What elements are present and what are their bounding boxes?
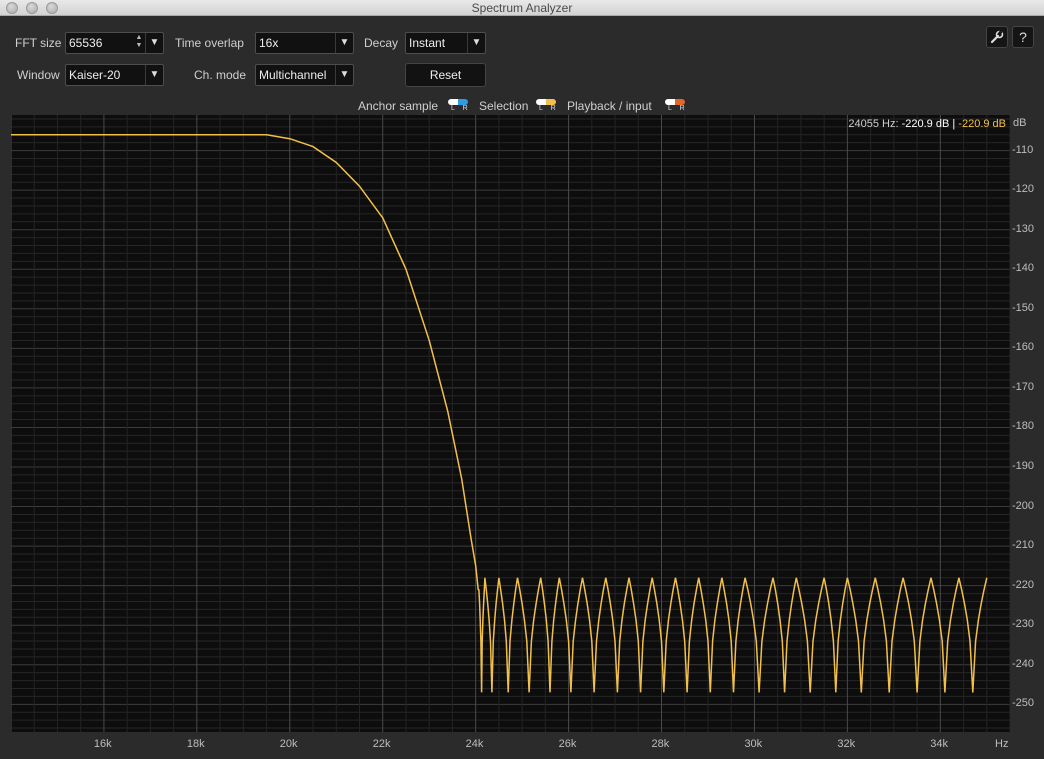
fft-size-value: 65536: [69, 36, 103, 50]
x-tick-label: 24k: [465, 738, 484, 750]
y-tick-label: -210: [1012, 539, 1035, 552]
x-tick-label: 18k: [186, 738, 205, 750]
y-tick-label: -110: [1012, 143, 1034, 156]
x-tick-label: 34k: [930, 738, 949, 750]
settings-wrench-icon[interactable]: [986, 26, 1008, 48]
fft-size-select[interactable]: 65536 ▲ ▼ ▼: [65, 32, 164, 54]
decay-select[interactable]: Instant ▼: [405, 32, 486, 54]
y-tick-label: -230: [1012, 618, 1035, 631]
legend-anchor-label: Anchor sample: [358, 99, 439, 113]
y-unit-label: dB: [1013, 117, 1027, 129]
x-tick-label: 16k: [93, 738, 112, 750]
readout-right-level: -220.9 dB: [958, 118, 1006, 130]
spectrum-chart[interactable]: [10, 115, 1011, 732]
ch-mode-select[interactable]: Multichannel ▼: [255, 64, 354, 86]
readout-frequency: 24055 Hz:: [848, 118, 899, 130]
y-tick-label: -240: [1012, 657, 1035, 670]
ch-mode-value: Multichannel: [259, 68, 327, 82]
legend-playback-lr: L R: [668, 105, 688, 112]
chevron-down-icon[interactable]: ▼: [145, 33, 163, 53]
legend-selection-label: Selection: [479, 99, 529, 113]
x-tick-label: 22k: [372, 738, 391, 750]
time-overlap-select[interactable]: 16x ▼: [255, 32, 354, 54]
legend-playback-label: Playback / input: [567, 99, 652, 113]
chevron-down-icon[interactable]: ▼: [145, 65, 163, 85]
readout-separator: |: [952, 118, 956, 130]
help-icon[interactable]: ?: [1012, 26, 1034, 48]
y-tick-label: -190: [1012, 460, 1035, 472]
legend-anchor-lr: L R: [451, 105, 471, 112]
reset-button[interactable]: Reset: [405, 63, 486, 87]
y-tick-label: -170: [1012, 380, 1035, 393]
y-tick-label: -200: [1012, 499, 1035, 512]
window-select[interactable]: Kaiser-20 ▼: [65, 64, 164, 86]
window-value: Kaiser-20: [69, 68, 121, 82]
chevron-down-icon[interactable]: ▼: [467, 33, 485, 53]
chevron-down-icon[interactable]: ▼: [335, 65, 353, 85]
y-tick-label: -180: [1012, 420, 1035, 433]
window-label: Window: [17, 68, 60, 82]
y-tick-label: -160: [1012, 341, 1035, 354]
y-tick-label: -250: [1012, 697, 1035, 710]
time-overlap-value: 16x: [259, 36, 279, 50]
y-tick-label: -140: [1012, 262, 1035, 275]
x-tick-label: 28k: [651, 738, 670, 750]
y-tick-label: -120: [1012, 183, 1035, 196]
y-tick-label: -130: [1012, 222, 1035, 235]
y-tick-label: -220: [1012, 578, 1035, 591]
ch-mode-label: Ch. mode: [194, 68, 247, 82]
legend-selection-lr: L R: [539, 105, 559, 112]
x-tick-label: 26k: [558, 738, 577, 750]
x-tick-label: 30k: [744, 738, 763, 750]
x-tick-label: 20k: [279, 738, 298, 750]
x-tick-label: 32k: [837, 738, 856, 750]
y-tick-label: -150: [1012, 301, 1035, 314]
window-title: Spectrum Analyzer: [471, 1, 573, 15]
decay-value: Instant: [409, 36, 446, 50]
cursor-readout: 24055 Hz: -220.9 dB | -220.9 dB: [848, 118, 1006, 130]
title-bar: Spectrum Analyzer: [0, 0, 1044, 16]
x-unit-label: Hz: [995, 738, 1009, 750]
fft-size-label: FFT size: [15, 36, 62, 50]
readout-left-level: -220.9 dB: [901, 118, 950, 130]
spectrum-plot[interactable]: [10, 115, 1011, 732]
time-overlap-label: Time overlap: [175, 36, 244, 50]
fft-size-stepper-icon[interactable]: ▲ ▼: [134, 34, 144, 52]
chevron-down-icon[interactable]: ▼: [335, 33, 353, 53]
decay-label: Decay: [364, 36, 399, 50]
